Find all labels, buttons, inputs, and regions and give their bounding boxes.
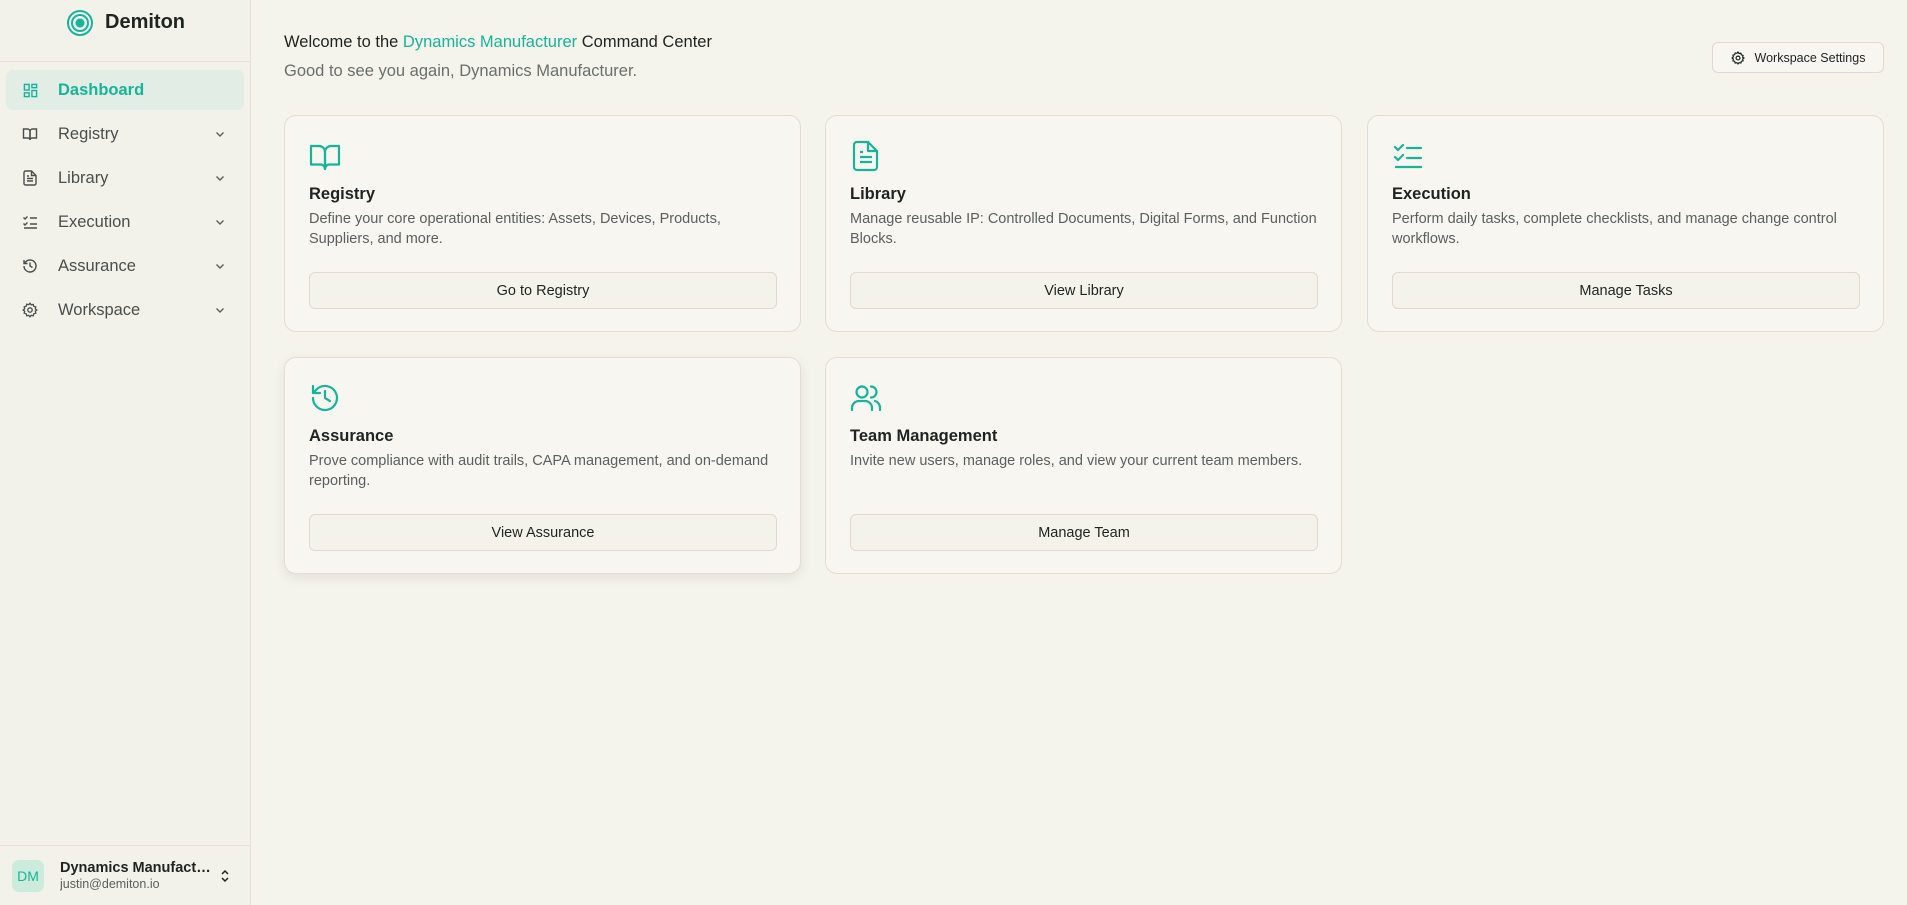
sidebar-item-workspace[interactable]: Workspace <box>6 290 244 330</box>
history-icon <box>311 384 339 412</box>
card-description: Invite new users, manage roles, and view… <box>850 453 1303 469</box>
card-title: Assurance <box>309 427 394 445</box>
user-email: justin@demiton.io <box>60 877 160 891</box>
checklist-icon <box>1393 143 1423 169</box>
main-content: Welcome to the Dynamics Manufacturer Com… <box>252 0 1907 905</box>
chevron-down-icon <box>216 264 224 269</box>
sidebar: Demiton Dashboard Registry Library Execu… <box>0 0 251 905</box>
sidebar-item-assurance[interactable]: Assurance <box>6 246 244 286</box>
card-description: Define your core operational entities: A… <box>309 211 721 247</box>
checklist-icon <box>22 214 38 230</box>
workspace-settings-label: Workspace Settings <box>1754 50 1866 65</box>
document-icon <box>852 140 879 172</box>
avatar: DM <box>12 859 44 892</box>
gear-icon <box>1730 50 1745 65</box>
card-title: Registry <box>309 185 376 203</box>
team-management-card: Team Management Invite new users, manage… <box>825 357 1342 574</box>
chevron-down-icon <box>216 220 224 225</box>
book-open-icon <box>309 144 341 171</box>
assurance-card: Assurance Prove compliance with audit tr… <box>284 357 801 574</box>
card-title: Execution <box>1392 185 1471 203</box>
sidebar-item-registry[interactable]: Registry <box>6 114 244 154</box>
sidebar-item-label: Workspace <box>58 300 141 319</box>
chevron-down-icon <box>216 176 224 181</box>
user-name: Dynamics Manufacturer <box>60 860 212 876</box>
demiton-logo-icon <box>67 9 93 36</box>
dashboard-icon <box>22 82 38 98</box>
page-subtitle: Good to see you again, Dynamics Manufact… <box>284 62 638 80</box>
chevron-up-down-icon <box>221 869 229 882</box>
chevron-down-icon <box>216 308 224 313</box>
user-menu[interactable]: DM Dynamics Manufacturer justin@demiton.… <box>0 845 250 905</box>
card-description: Prove compliance with audit trails, CAPA… <box>309 453 769 489</box>
users-icon <box>850 385 882 412</box>
sidebar-item-label: Dashboard <box>58 80 145 99</box>
sidebar-item-label: Assurance <box>58 256 136 275</box>
sidebar-item-label: Execution <box>58 212 131 231</box>
registry-card: Registry Define your core operational en… <box>284 115 801 332</box>
library-card: Library Manage reusable IP: Controlled D… <box>825 115 1342 332</box>
welcome-prefix: Welcome to the <box>284 33 403 51</box>
manage-team-button[interactable]: Manage Team <box>850 514 1318 551</box>
page-title: Welcome to the Dynamics Manufacturer Com… <box>284 33 712 52</box>
sidebar-item-dashboard[interactable]: Dashboard <box>6 70 244 110</box>
manage-tasks-button[interactable]: Manage Tasks <box>1392 272 1860 309</box>
gear-icon <box>22 302 38 318</box>
card-title: Library <box>850 185 906 203</box>
brand[interactable]: Demiton <box>0 0 250 62</box>
card-description: Manage reusable IP: Controlled Documents… <box>850 211 1317 247</box>
go-to-registry-button[interactable]: Go to Registry <box>309 272 777 309</box>
card-description: Perform daily tasks, complete checklists… <box>1392 211 1837 247</box>
welcome-suffix: Command Center <box>577 33 712 51</box>
view-library-button[interactable]: View Library <box>850 272 1318 309</box>
sidebar-item-library[interactable]: Library <box>6 158 244 198</box>
sidebar-item-label: Registry <box>58 124 119 143</box>
execution-card: Execution Perform daily tasks, complete … <box>1367 115 1884 332</box>
sidebar-item-label: Library <box>58 168 109 187</box>
workspace-name: Dynamics Manufacturer <box>402 33 578 51</box>
brand-name: Demiton <box>105 11 185 33</box>
book-open-icon <box>22 126 38 142</box>
history-icon <box>22 258 38 274</box>
sidebar-nav: Dashboard Registry Library Execution Ass… <box>0 62 250 342</box>
chevron-down-icon <box>216 132 224 137</box>
sidebar-item-execution[interactable]: Execution <box>6 202 244 242</box>
view-assurance-button[interactable]: View Assurance <box>309 514 777 551</box>
document-icon <box>22 170 38 186</box>
workspace-settings-button[interactable]: Workspace Settings <box>1712 42 1884 73</box>
card-title: Team Management <box>850 427 998 445</box>
user-info: Dynamics Manufacturer justin@demiton.io <box>60 860 218 891</box>
